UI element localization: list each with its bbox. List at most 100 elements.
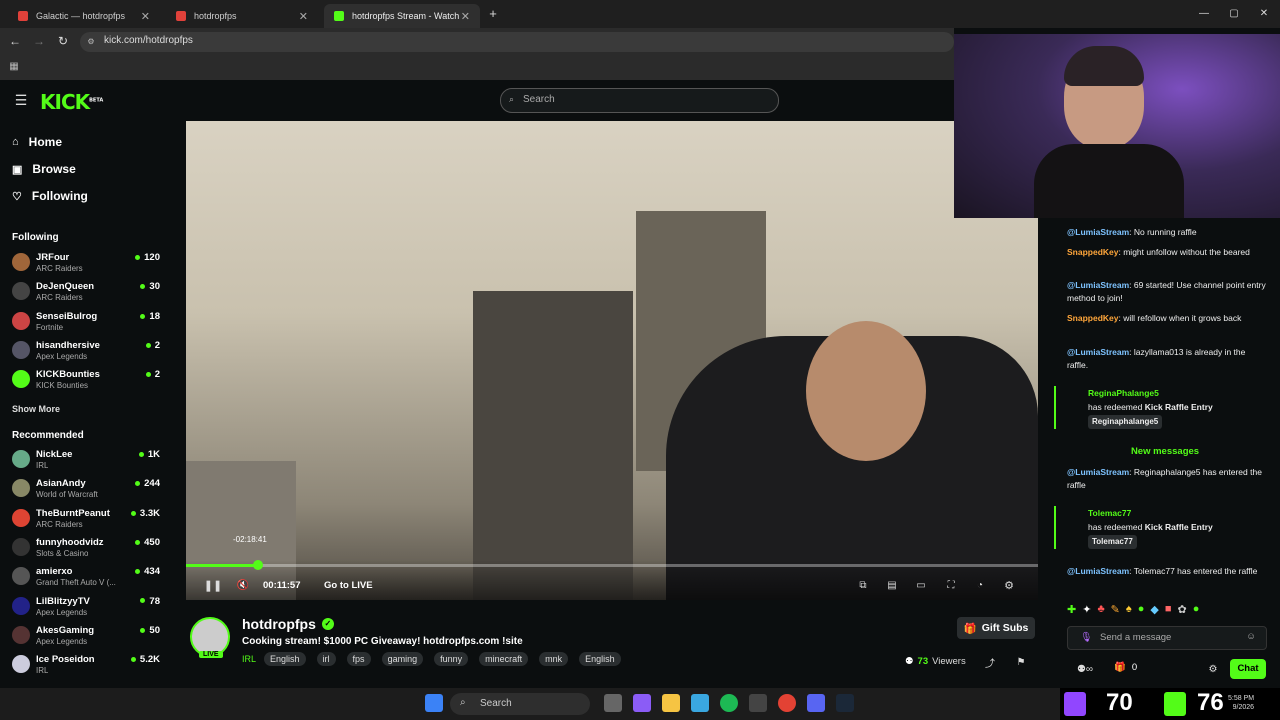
emote-icon[interactable]: ◆ bbox=[1150, 603, 1158, 619]
sidebar-channel[interactable]: Ice Poseidon IRL 5.2K bbox=[12, 652, 160, 680]
emote-icon[interactable]: ■ bbox=[1165, 603, 1172, 619]
emote-icon[interactable]: ♠ bbox=[1126, 603, 1132, 619]
share-icon[interactable]: ⤴ bbox=[984, 656, 996, 670]
emote-icon[interactable]: ✿ bbox=[1178, 603, 1187, 619]
tag[interactable]: fps bbox=[346, 652, 371, 666]
tag[interactable]: irl bbox=[316, 652, 336, 666]
tag[interactable]: English bbox=[579, 652, 621, 666]
close-window-icon[interactable]: ✕ bbox=[1256, 6, 1272, 20]
taskbar-search[interactable]: ⌕ Search bbox=[450, 693, 590, 715]
emote-icon[interactable]: ● bbox=[1138, 603, 1145, 619]
sidebar-channel[interactable]: DeJenQueen ARC Raiders 30 bbox=[12, 279, 160, 307]
close-tab-icon[interactable]: ✕ bbox=[141, 10, 150, 23]
mute-icon[interactable]: 🔇 bbox=[236, 578, 250, 592]
clip-icon[interactable]: ▤ bbox=[885, 578, 899, 592]
steam-icon[interactable] bbox=[836, 694, 854, 712]
sidebar-channel[interactable]: funnyhoodvidz Slots & Casino 450 bbox=[12, 535, 160, 563]
seek-bar[interactable] bbox=[186, 564, 1038, 567]
chat-username[interactable]: @LumiaStream bbox=[1067, 227, 1129, 237]
fullscreen-icon[interactable]: ⛶ bbox=[944, 578, 958, 592]
discord-icon[interactable] bbox=[807, 694, 825, 712]
new-messages-divider[interactable]: New messages bbox=[1060, 446, 1270, 457]
gift-subs-button[interactable]: 🎁 Gift Subs bbox=[957, 617, 1035, 639]
speed-icon[interactable]: ◔ bbox=[973, 578, 987, 592]
chat-username[interactable]: @LumiaStream bbox=[1067, 467, 1129, 477]
mic-icon[interactable]: 🎙 bbox=[1080, 632, 1092, 643]
emote-icon[interactable]: ✚ bbox=[1067, 603, 1076, 619]
sidebar-channel[interactable]: KICKBounties KICK Bounties 2 bbox=[12, 367, 160, 395]
sidebar-channel[interactable]: TheBurntPeanut ARC Raiders 3.3K bbox=[12, 506, 160, 534]
nav-home[interactable]: ⌂ Home bbox=[12, 135, 62, 149]
video-player[interactable] bbox=[186, 121, 1038, 600]
chat-username[interactable]: @LumiaStream bbox=[1067, 280, 1129, 290]
settings-icon[interactable]: ⚙ bbox=[1002, 578, 1016, 592]
chat-username[interactable]: SnappedKey bbox=[1067, 247, 1119, 257]
sidebar-channel[interactable]: NickLee IRL 1K bbox=[12, 447, 160, 475]
stream-category[interactable]: IRL bbox=[242, 654, 256, 664]
redeem-user[interactable]: Tolemac77 bbox=[1088, 506, 1268, 520]
sidebar-channel[interactable]: AsianAndy World of Warcraft 244 bbox=[12, 476, 160, 504]
search-input[interactable]: ⌕ Search bbox=[500, 88, 779, 113]
notepad-icon[interactable] bbox=[691, 694, 709, 712]
points-display[interactable]: 🎁 0 bbox=[1114, 662, 1137, 673]
tag[interactable]: English bbox=[264, 652, 306, 666]
emoji-icon[interactable]: ☺ bbox=[1246, 631, 1256, 642]
sidebar-channel[interactable]: JRFour ARC Raiders 120 bbox=[12, 250, 160, 278]
sidebar-channel[interactable]: SenseiBulrog Fortnite 18 bbox=[12, 309, 160, 337]
close-tab-icon[interactable]: ✕ bbox=[299, 10, 308, 23]
menu-icon[interactable]: ☰ bbox=[14, 92, 28, 108]
forward-icon[interactable]: → bbox=[32, 34, 46, 48]
tag[interactable]: mnk bbox=[539, 652, 569, 666]
back-icon[interactable]: ← bbox=[8, 34, 22, 48]
chat-send-button[interactable]: Chat bbox=[1230, 659, 1266, 679]
users-icon[interactable]: ⚉∞ bbox=[1072, 662, 1098, 676]
new-tab-icon[interactable]: + bbox=[486, 6, 500, 21]
url-field[interactable]: kick.com/hotdropfps bbox=[80, 32, 954, 52]
theater-mode-icon[interactable]: ▭ bbox=[914, 578, 928, 592]
miniplayer-icon[interactable]: ⧉ bbox=[856, 578, 870, 592]
hud-icon[interactable] bbox=[749, 694, 767, 712]
go-to-live-button[interactable]: Go to LIVE bbox=[324, 580, 373, 591]
task-view-icon[interactable] bbox=[604, 694, 622, 712]
tag[interactable]: gaming bbox=[381, 652, 424, 666]
sidebar-channel[interactable]: AkesGaming Apex Legends 50 bbox=[12, 623, 160, 651]
chat-input[interactable]: 🎙 Send a message ☺ bbox=[1067, 626, 1267, 650]
windows-start-icon[interactable] bbox=[425, 694, 443, 712]
channel-name[interactable]: hotdropfps ✓ bbox=[242, 616, 334, 632]
show-more-link[interactable]: Show More bbox=[12, 404, 60, 414]
taskbar-clock[interactable]: 5:58 PM 9/2026 bbox=[1228, 694, 1254, 712]
kick-logo[interactable]: KICKBETA bbox=[40, 90, 103, 114]
minimize-icon[interactable]: — bbox=[1196, 6, 1212, 20]
close-tab-icon[interactable]: ✕ bbox=[461, 10, 470, 23]
tag[interactable]: minecraft bbox=[479, 652, 529, 666]
chat-username[interactable]: @LumiaStream bbox=[1067, 566, 1129, 576]
site-info-icon[interactable]: ⚙ bbox=[86, 36, 96, 46]
chat-username[interactable]: SnappedKey bbox=[1067, 313, 1119, 323]
emote-icon[interactable]: ● bbox=[1193, 603, 1200, 619]
browser-tab-3[interactable]: hotdropfps Stream - Watch Live ✕ bbox=[324, 4, 480, 28]
chat-settings-icon[interactable]: ⚙ bbox=[1206, 662, 1220, 676]
sidebar-channel[interactable]: amierxo Grand Theft Auto V (... 434 bbox=[12, 564, 160, 592]
chat-username[interactable]: @LumiaStream bbox=[1067, 347, 1129, 357]
sidebar-channel[interactable]: LilBlitzyyTV Apex Legends 78 bbox=[12, 594, 160, 622]
sidebar-channel[interactable]: hisandhersive Apex Legends 2 bbox=[12, 338, 160, 366]
file-explorer-icon[interactable] bbox=[662, 694, 680, 712]
tag[interactable]: funny bbox=[434, 652, 469, 666]
redeem-user[interactable]: ReginaPhalange5 bbox=[1088, 386, 1268, 400]
emote-icon[interactable]: ♣ bbox=[1097, 603, 1104, 619]
chrome-icon[interactable] bbox=[778, 694, 796, 712]
apps-grid-icon[interactable]: ▦ bbox=[8, 60, 20, 72]
spotify-icon[interactable] bbox=[720, 694, 738, 712]
browser-tab-2[interactable]: hotdropfps ✕ bbox=[166, 4, 318, 28]
reload-icon[interactable]: ↻ bbox=[56, 34, 70, 48]
emote-icon[interactable]: ✦ bbox=[1082, 603, 1091, 619]
report-icon[interactable]: ⚑ bbox=[1015, 656, 1027, 668]
emote-icon[interactable]: ✎ bbox=[1111, 603, 1120, 619]
pause-icon[interactable]: ❚❚ bbox=[204, 578, 222, 592]
copilot-icon[interactable] bbox=[633, 694, 651, 712]
seek-handle[interactable] bbox=[253, 560, 263, 570]
maximize-icon[interactable]: ▢ bbox=[1226, 6, 1242, 20]
nav-following[interactable]: ♡ Following bbox=[12, 189, 88, 203]
nav-browse[interactable]: ▣ Browse bbox=[12, 162, 76, 176]
browser-tab-1[interactable]: Galactic — hotdropfps ✕ bbox=[8, 4, 160, 28]
